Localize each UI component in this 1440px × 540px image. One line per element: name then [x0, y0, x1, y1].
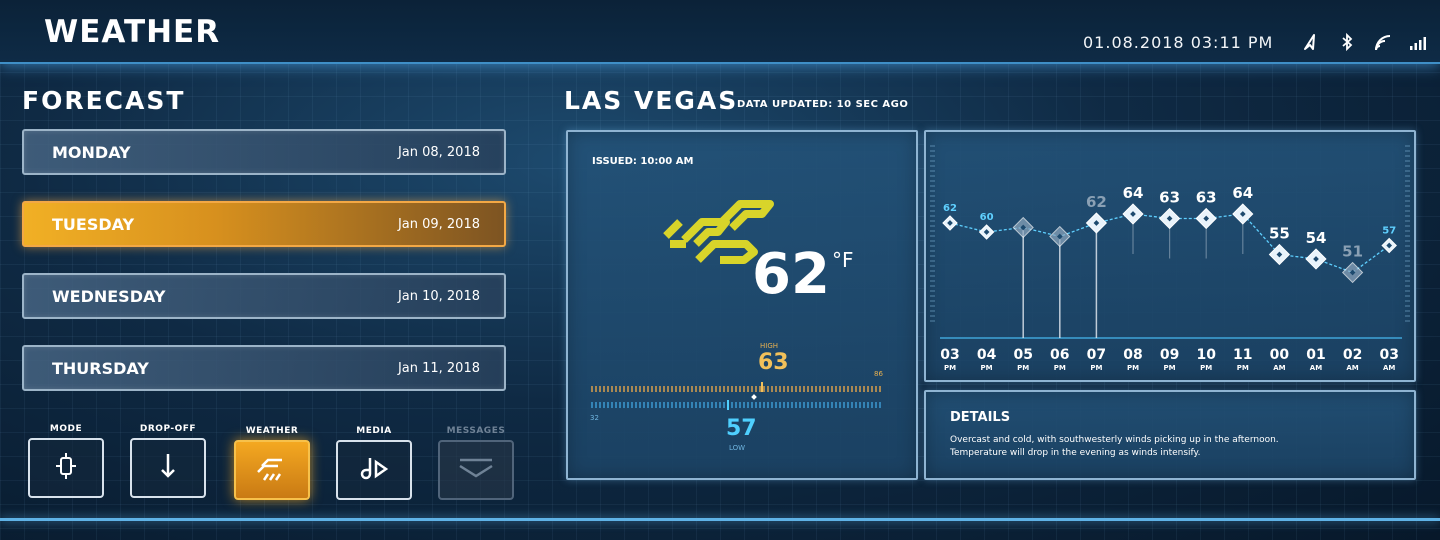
- day-row-wednesday[interactable]: WEDNESDAY Jan 10, 2018: [22, 273, 506, 319]
- status-icons: [1300, 32, 1430, 52]
- nav-box: [28, 438, 104, 498]
- day-row-monday[interactable]: MONDAY Jan 08, 2018: [22, 129, 506, 175]
- hour-label: 05: [1013, 347, 1032, 363]
- messages-icon: [456, 454, 496, 486]
- hour-temp-label: 54: [1306, 229, 1327, 247]
- high-temperature: 63: [758, 350, 789, 375]
- top-bar: WEATHER 01.08.2018 03:11 PM: [0, 0, 1440, 64]
- signal-icon: [1408, 32, 1430, 52]
- hour-temp-label: 62: [943, 203, 957, 214]
- weather-rain-icon: [252, 452, 292, 488]
- hour-label: 01: [1306, 347, 1325, 363]
- hour-temp-label: 55: [1269, 225, 1290, 243]
- ampm-label: PM: [981, 364, 993, 372]
- ampm-label: AM: [1346, 364, 1358, 372]
- day-date: Jan 08, 2018: [397, 145, 480, 160]
- hour-label: 09: [1160, 347, 1179, 363]
- ampm-label: PM: [1237, 364, 1249, 372]
- nav-box: [438, 440, 514, 500]
- nav-label: WEATHER: [245, 426, 299, 436]
- data-updated-label: DATA UPDATED: 10 SEC AGO: [737, 99, 909, 110]
- details-panel: DETAILS Overcast and cold, with southwes…: [924, 390, 1416, 480]
- day-row-thursday[interactable]: THURSDAY Jan 11, 2018: [22, 345, 506, 391]
- scale-min: 32: [590, 414, 599, 422]
- bluetooth-icon: [1336, 32, 1358, 52]
- high-label: HIGH: [760, 342, 779, 350]
- nav-mode-button[interactable]: MODE: [26, 424, 106, 498]
- nav-drop-off-button[interactable]: DROP-OFF: [128, 424, 208, 498]
- day-date: Jan 10, 2018: [397, 289, 480, 304]
- nav-label: MESSAGES: [446, 426, 506, 436]
- nav-box: [234, 440, 310, 500]
- nav-label: MEDIA: [356, 426, 392, 436]
- app-title: WEATHER: [44, 14, 221, 50]
- hour-label: 02: [1343, 347, 1362, 363]
- hour-label: 03: [1379, 347, 1398, 363]
- hour-label: 04: [977, 347, 997, 363]
- hour-temp-label: 64: [1232, 184, 1253, 202]
- day-name: TUESDAY: [52, 215, 135, 234]
- issued-time: ISSUED: 10:00 AM: [592, 156, 694, 167]
- temperature-unit: °F: [832, 248, 854, 272]
- day-name: MONDAY: [52, 143, 131, 162]
- hour-temp-label: 63: [1159, 189, 1180, 207]
- ampm-label: PM: [1090, 364, 1102, 372]
- hour-label: 08: [1123, 347, 1142, 363]
- details-title: DETAILS: [950, 410, 1011, 425]
- hour-temp-label: 60: [980, 212, 994, 223]
- ampm-label: PM: [1200, 364, 1212, 372]
- nav-label: MODE: [49, 424, 83, 434]
- hour-temp-label: 62: [1086, 193, 1107, 211]
- ampm-label: AM: [1383, 364, 1395, 372]
- low-label: LOW: [729, 444, 746, 452]
- day-row-tuesday[interactable]: TUESDAY Jan 09, 2018: [22, 201, 506, 247]
- hour-temp-label: 57: [1382, 226, 1396, 237]
- nav-label: DROP-OFF: [139, 424, 197, 434]
- hour-label: 00: [1270, 347, 1290, 363]
- hour-temp-label: 63: [1196, 189, 1217, 207]
- drop-off-arrow-icon: [152, 450, 184, 486]
- nav-weather-button[interactable]: WEATHER: [232, 426, 312, 500]
- hour-label: 06: [1050, 347, 1069, 363]
- nav-box: [336, 440, 412, 500]
- scale-max: 86: [874, 370, 883, 378]
- ampm-label: PM: [1017, 364, 1029, 372]
- hour-label: 07: [1087, 347, 1106, 363]
- ampm-label: AM: [1273, 364, 1285, 372]
- bottom-glow-line: [0, 518, 1440, 521]
- wifi-icon: [1372, 32, 1394, 52]
- day-date: Jan 09, 2018: [397, 217, 480, 232]
- ampm-label: AM: [1310, 364, 1322, 372]
- current-temperature: 62: [752, 242, 830, 307]
- temperature-range-scale: [591, 382, 881, 410]
- hour-label: 11: [1233, 347, 1252, 363]
- navigation-icon: [1300, 32, 1322, 52]
- day-date: Jan 11, 2018: [397, 361, 480, 376]
- ampm-label: PM: [1164, 364, 1176, 372]
- city-title: LAS VEGAS: [564, 86, 739, 115]
- hour-label: 10: [1196, 347, 1216, 363]
- hour-label: 03: [940, 347, 959, 363]
- details-text: Overcast and cold, with southwesterly wi…: [950, 435, 1279, 458]
- ampm-label: PM: [1127, 364, 1139, 372]
- hourly-temperature-chart: 6203PM6004PM05PM06PM6207PM6408PM6309PM63…: [930, 145, 1410, 372]
- hour-temp-label: 64: [1123, 184, 1144, 202]
- hourly-forecast-panel: 62 03 PM 60 04 PM 05 PM 06 PM 62 07 PM 64 08 PM 63 09 PM 63…: [924, 130, 1416, 382]
- ampm-label: PM: [1054, 364, 1066, 372]
- nav-box: [130, 438, 206, 498]
- nav-messages-button[interactable]: MESSAGES: [436, 426, 516, 500]
- ampm-label: PM: [944, 364, 956, 372]
- hour-temp-label: 51: [1342, 243, 1363, 261]
- mode-chip-icon: [50, 450, 82, 486]
- date-time: 01.08.2018 03:11 PM: [1083, 33, 1274, 52]
- forecast-title: FORECAST: [22, 86, 186, 115]
- nav-media-button[interactable]: MEDIA: [334, 426, 414, 500]
- day-name: WEDNESDAY: [52, 287, 166, 306]
- day-name: THURSDAY: [52, 359, 149, 378]
- media-play-icon: [356, 452, 392, 488]
- current-conditions-panel: ISSUED: 10:00 AM 62 °F HIGH 63 86 32 57 …: [566, 130, 918, 480]
- low-temperature: 57: [726, 416, 757, 441]
